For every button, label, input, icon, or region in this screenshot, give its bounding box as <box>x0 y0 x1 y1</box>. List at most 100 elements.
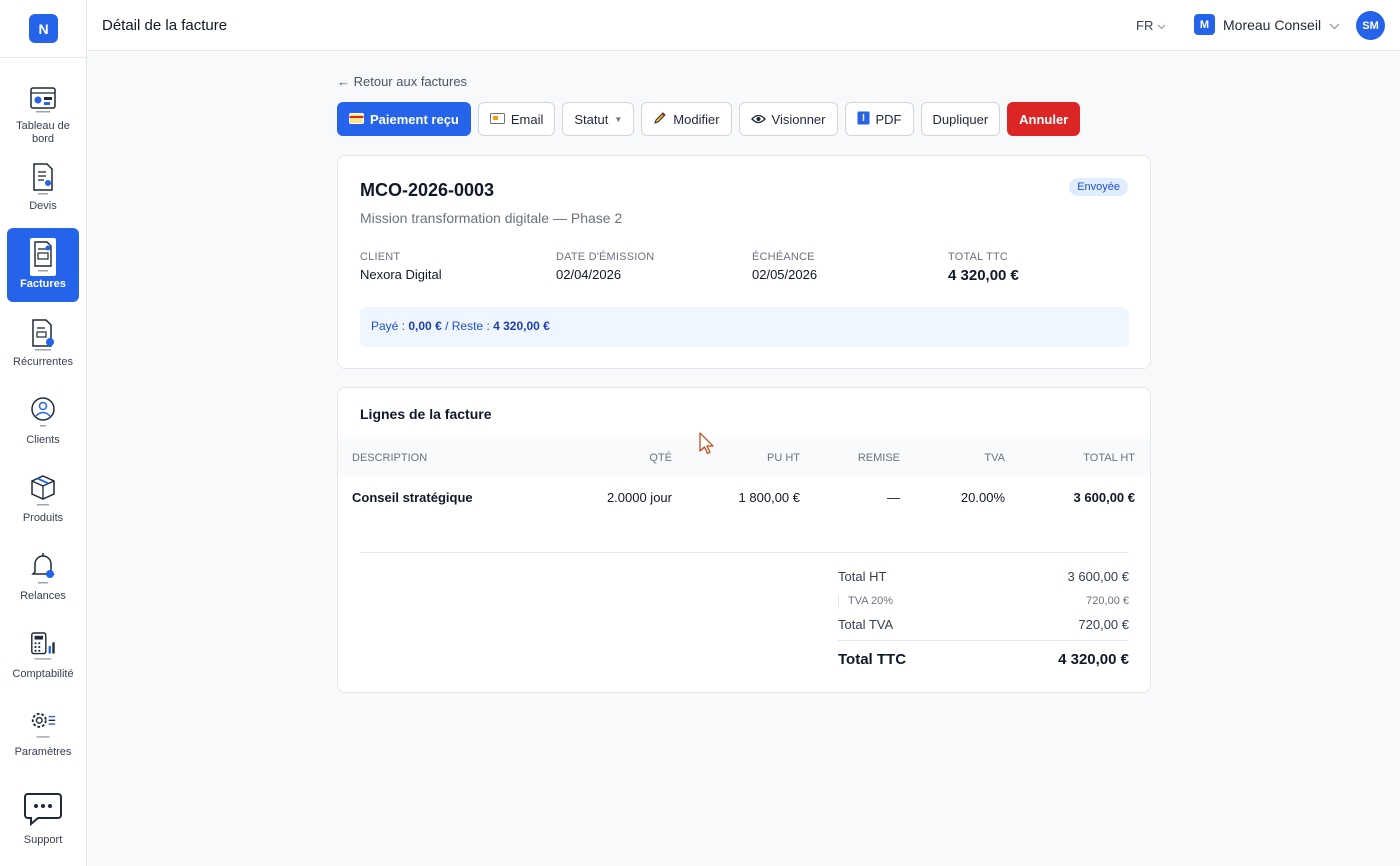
status-badge: Envoyée <box>1069 178 1128 196</box>
company-selector[interactable]: M Moreau Conseil <box>1194 14 1340 35</box>
column-header: PU HT <box>767 452 800 464</box>
status-label: Statut <box>574 111 609 127</box>
preview-button[interactable]: Visionner <box>738 102 838 136</box>
total-ttc-row-value: 4 320,00 € <box>1058 651 1129 668</box>
sidebar-item-quotes[interactable]: Devis <box>7 150 79 224</box>
support-label: Support <box>23 834 63 846</box>
total-ttc-value: 4 320,00 € <box>948 267 1019 284</box>
line-unit-price: 1 800,00 € <box>738 490 800 505</box>
dashboard-icon <box>29 82 57 118</box>
bell-icon <box>29 550 57 588</box>
sidebar-item-label: Récurrentes <box>13 356 73 368</box>
brand-logo[interactable]: N <box>29 14 58 43</box>
pencil-icon <box>653 111 667 128</box>
issue-date-value: 02/04/2026 <box>556 267 622 282</box>
pdf-document-icon <box>857 111 870 128</box>
sidebar-item-label: Comptabilité <box>12 668 74 680</box>
support-button[interactable]: Support <box>7 792 79 852</box>
caret-down-icon: ▼ <box>614 114 623 124</box>
sidebar-item-dashboard[interactable]: Tableau de bord <box>7 72 79 146</box>
sidebar: N Tableau de bord Devis Factures Récurre… <box>0 0 87 866</box>
column-header: DESCRIPTION <box>352 452 428 464</box>
cancel-invoice-button[interactable]: Annuler <box>1007 102 1081 136</box>
total-vat-row: Total TVA 720,00 € <box>838 617 1129 632</box>
total-vat-value: 720,00 € <box>1078 617 1129 632</box>
sidebar-item-invoices[interactable]: Factures <box>7 228 79 302</box>
edit-button[interactable]: Modifier <box>641 102 732 136</box>
issue-date-field: DATE D'ÉMISSION 02/04/2026 <box>556 251 654 282</box>
edit-label: Modifier <box>673 111 720 127</box>
total-ttc-label: TOTAL TTC <box>948 251 1009 263</box>
vat-20-label: TVA 20% <box>848 595 894 607</box>
chevron-down-icon <box>1157 18 1166 33</box>
sidebar-item-settings[interactable]: Paramètres <box>7 696 79 770</box>
language-code: FR <box>1136 18 1154 33</box>
chat-bubble-icon <box>24 792 62 831</box>
chevron-down-icon <box>1329 17 1340 33</box>
line-total: 3 600,00 € <box>1073 490 1135 505</box>
invoice-document-icon <box>29 238 57 276</box>
column-header: REMISE <box>857 452 900 464</box>
invoice-lines-card: Lignes de la facture DESCRIPTION QTÉ PU … <box>337 387 1151 693</box>
company-badge: M <box>1194 14 1215 35</box>
duplicate-label: Dupliquer <box>932 111 989 127</box>
action-toolbar: Paiement reçu Email Statut ▼ Modifier Vi… <box>337 102 1081 136</box>
sidebar-item-reminders[interactable]: Relances <box>7 540 79 614</box>
duplicate-button[interactable]: Dupliquer <box>920 102 1001 136</box>
product-box-icon <box>29 472 57 510</box>
sidebar-item-label: Paramètres <box>14 746 72 758</box>
total-ttc-row-label: Total TTC <box>838 651 907 668</box>
sidebar-item-accounting[interactable]: Comptabilité <box>7 618 79 692</box>
preview-label: Visionner <box>771 111 826 127</box>
sidebar-item-label: Relances <box>20 590 66 602</box>
status-dropdown[interactable]: Statut ▼ <box>562 102 635 136</box>
sidebar-item-label: Devis <box>29 200 57 212</box>
vat-20-value: 720,00 € <box>1086 595 1129 607</box>
payment-status-box: Payé : 0,00 € / Reste : 4 320,00 € <box>360 307 1129 347</box>
sidebar-item-recurring[interactable]: Récurrentes <box>7 306 79 380</box>
line-description: Conseil stratégique <box>352 490 473 505</box>
column-header: TVA <box>984 452 1005 464</box>
invoice-description: Mission transformation digitale — Phase … <box>360 210 623 226</box>
payment-received-label: Paiement reçu <box>370 111 459 127</box>
sidebar-item-label: Clients <box>26 434 60 446</box>
due-date-label: ÉCHÉANCE <box>752 251 815 263</box>
due-date-field: ÉCHÉANCE 02/05/2026 <box>752 251 817 282</box>
payment-received-button[interactable]: Paiement reçu <box>337 102 471 136</box>
invoice-summary-card: MCO-2026-0003 Mission transformation dig… <box>337 155 1151 369</box>
total-ht-value: 3 600,00 € <box>1067 569 1129 584</box>
sidebar-item-products[interactable]: Produits <box>7 462 79 536</box>
sidebar-item-clients[interactable]: Clients <box>7 384 79 458</box>
total-ttc-field: TOTAL TTC 4 320,00 € <box>948 251 1019 284</box>
sidebar-item-label: Tableau de bord <box>16 120 70 145</box>
envelope-icon <box>489 112 505 127</box>
email-button[interactable]: Email <box>477 102 556 136</box>
totals-divider <box>360 552 1129 553</box>
line-vat: 20.00% <box>960 490 1005 505</box>
remaining-amount: 4 320,00 € <box>493 319 550 333</box>
pdf-button[interactable]: PDF <box>844 102 914 136</box>
eye-icon <box>750 112 766 127</box>
credit-card-icon <box>349 112 364 127</box>
language-selector[interactable]: FR <box>1136 18 1166 33</box>
vat-20-row: TVA 20% 720,00 € <box>838 595 1129 607</box>
total-ht-row: Total HT 3 600,00 € <box>838 569 1129 584</box>
pdf-label: PDF <box>875 111 902 127</box>
total-vat-label: Total TVA <box>838 617 894 632</box>
remaining-prefix: / Reste : <box>445 319 490 333</box>
total-ttc-row: Total TTC 4 320,00 € <box>838 651 1129 668</box>
client-field: CLIENT Nexora Digital <box>360 251 442 282</box>
client-user-icon <box>29 394 57 432</box>
calculator-icon <box>29 628 57 666</box>
column-header: TOTAL HT <box>1083 452 1135 464</box>
invoice-number: MCO-2026-0003 <box>360 180 495 200</box>
cancel-label: Annuler <box>1019 111 1069 127</box>
back-to-invoices-link[interactable]: ← Retour aux factures <box>337 74 467 89</box>
page-title: Détail de la facture <box>102 17 228 34</box>
avatar[interactable]: SM <box>1356 11 1385 40</box>
sidebar-nav: Tableau de bord Devis Factures Récurrent… <box>0 72 87 774</box>
paid-prefix: Payé : <box>371 319 406 333</box>
paid-amount: 0,00 € <box>408 319 442 333</box>
due-date-value: 02/05/2026 <box>752 267 818 282</box>
issue-date-label: DATE D'ÉMISSION <box>556 251 655 263</box>
